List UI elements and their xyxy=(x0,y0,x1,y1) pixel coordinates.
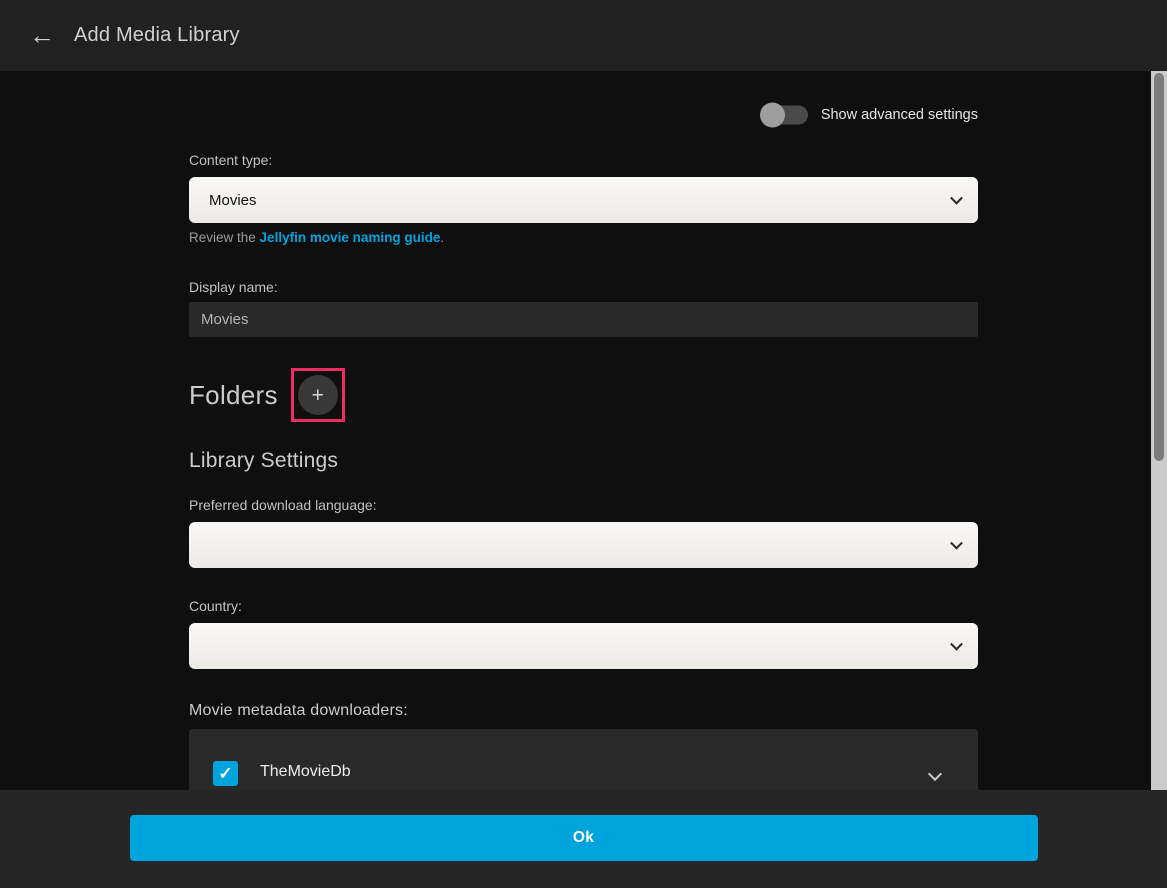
folders-section: Folders + xyxy=(189,368,978,422)
content-type-select[interactable]: Movies xyxy=(189,177,978,223)
library-settings-heading: Library Settings xyxy=(189,449,978,473)
metadata-downloaders-label: Movie metadata downloaders: xyxy=(189,702,978,720)
scrollbar-thumb[interactable] xyxy=(1154,73,1164,461)
country-select[interactable] xyxy=(189,623,978,669)
form-content: Show advanced settings Content type: Mov… xyxy=(0,71,1167,790)
highlight-box: + xyxy=(291,368,345,422)
chevron-down-icon xyxy=(950,192,963,205)
chevron-down-icon xyxy=(950,537,963,550)
downloader-name: TheMovieDb xyxy=(260,763,351,781)
scrollbar-track[interactable] xyxy=(1151,71,1167,790)
preferred-language-label: Preferred download language: xyxy=(189,497,978,513)
page-title: Add Media Library xyxy=(74,24,240,47)
display-name-input[interactable] xyxy=(189,302,978,337)
chevron-down-icon[interactable] xyxy=(928,767,942,781)
add-folder-button[interactable]: + xyxy=(298,375,338,415)
show-advanced-settings-toggle[interactable] xyxy=(762,105,808,124)
downloader-item-themoviedb: ✓ TheMovieDb xyxy=(189,729,978,790)
check-icon: ✓ xyxy=(218,764,232,784)
show-advanced-settings-label[interactable]: Show advanced settings xyxy=(821,107,978,123)
ok-button[interactable]: Ok xyxy=(130,815,1038,861)
naming-guide-helper: Review the Jellyfin movie naming guide. xyxy=(189,230,978,245)
folders-heading: Folders xyxy=(189,380,278,411)
back-button[interactable]: ← xyxy=(20,14,64,58)
country-label: Country: xyxy=(189,598,978,614)
naming-guide-link[interactable]: Jellyfin movie naming guide xyxy=(260,230,441,245)
themoviedb-checkbox[interactable]: ✓ xyxy=(213,761,238,786)
plus-icon: + xyxy=(312,385,324,406)
arrow-left-icon: ← xyxy=(29,20,55,51)
content-type-label: Content type: xyxy=(189,152,978,168)
content-type-value: Movies xyxy=(209,192,257,209)
display-name-label: Display name: xyxy=(189,279,978,295)
footer-bar: Ok xyxy=(0,790,1167,888)
advanced-settings-row: Show advanced settings xyxy=(189,105,978,124)
helper-suffix: . xyxy=(440,230,444,245)
chevron-down-icon xyxy=(950,638,963,651)
toggle-knob xyxy=(760,102,785,127)
helper-prefix: Review the xyxy=(189,230,260,245)
preferred-language-select[interactable] xyxy=(189,522,978,568)
header-bar: ← Add Media Library xyxy=(0,0,1167,71)
